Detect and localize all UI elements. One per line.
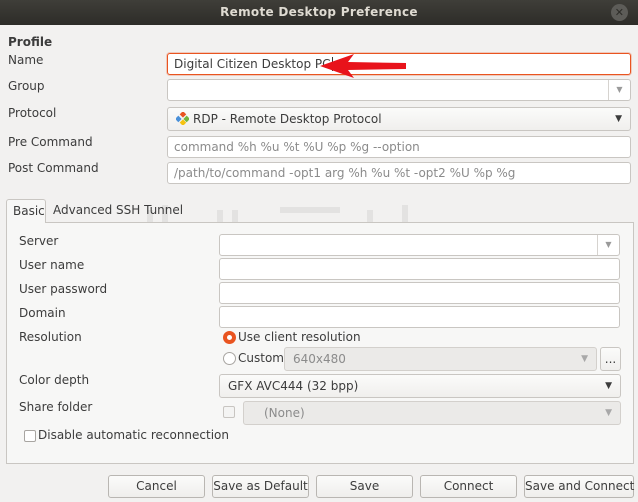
tab-advanced[interactable]: Advanced — [47, 199, 118, 223]
domain-label: Domain — [19, 306, 66, 320]
pre-command-placeholder: command %h %u %t %U %p %g --option — [174, 140, 420, 154]
domain-input[interactable] — [219, 306, 620, 328]
server-combo[interactable]: ▼ — [219, 234, 620, 256]
tab-basic[interactable]: Basic — [6, 199, 46, 223]
pre-command-label: Pre Command — [8, 135, 93, 149]
password-label: User password — [19, 282, 108, 296]
resolution-custom-select[interactable]: 640x480 ▼ — [284, 347, 597, 371]
save-and-connect-button[interactable]: Save and Connect — [524, 475, 634, 498]
chevron-down-icon[interactable]: ▼ — [608, 80, 630, 100]
post-command-label: Post Command — [8, 161, 99, 175]
chevron-down-icon: ▼ — [605, 408, 612, 418]
resolution-more-button[interactable]: ... — [600, 347, 621, 371]
color-depth-label: Color depth — [19, 373, 90, 387]
disable-reconnect-checkbox[interactable] — [24, 430, 36, 442]
name-field-value: Digital Citizen Desktop PC — [174, 57, 331, 71]
chevron-down-icon[interactable]: ▼ — [597, 235, 619, 255]
connect-button[interactable]: Connect — [420, 475, 517, 498]
group-combo[interactable]: ▼ — [167, 79, 631, 101]
protocol-value: RDP - Remote Desktop Protocol — [193, 112, 382, 126]
protocol-select[interactable]: RDP - Remote Desktop Protocol ▼ — [167, 107, 631, 131]
disable-reconnect-label[interactable]: Disable automatic reconnection — [38, 428, 229, 442]
server-label: Server — [19, 234, 59, 248]
close-icon[interactable]: ✕ — [611, 4, 628, 21]
chevron-down-icon: ▼ — [581, 354, 588, 364]
resolution-client-radio[interactable] — [223, 331, 236, 344]
save-button[interactable]: Save — [316, 475, 413, 498]
save-as-default-button[interactable]: Save as Default — [212, 475, 309, 498]
chevron-down-icon: ▼ — [605, 381, 612, 391]
pre-command-input[interactable]: command %h %u %t %U %p %g --option — [167, 136, 631, 158]
share-folder-checkbox[interactable] — [223, 406, 235, 418]
resolution-client-label[interactable]: Use client resolution — [238, 330, 361, 344]
resolution-label: Resolution — [19, 330, 82, 344]
username-label: User name — [19, 258, 85, 272]
password-input[interactable] — [219, 282, 620, 304]
name-label: Name — [8, 53, 44, 67]
group-label: Group — [8, 79, 45, 93]
resolution-more-label: ... — [604, 352, 617, 366]
tab-ssh-tunnel[interactable]: SSH Tunnel — [110, 199, 189, 223]
resolution-custom-label[interactable]: Custom — [238, 351, 284, 365]
resolution-custom-value: 640x480 — [293, 352, 346, 366]
color-depth-select[interactable]: GFX AVC444 (32 bpp) ▼ — [219, 374, 621, 398]
post-command-input[interactable]: /path/to/command -opt1 arg %h %u %t -opt… — [167, 162, 631, 184]
color-depth-value: GFX AVC444 (32 bpp) — [228, 379, 359, 393]
rdp-plugin-icon — [176, 112, 189, 125]
chevron-down-icon: ▼ — [615, 114, 622, 124]
window-title: Remote Desktop Preference — [220, 5, 418, 19]
window-titlebar: Remote Desktop Preference ✕ — [0, 0, 638, 25]
username-input[interactable] — [219, 258, 620, 280]
protocol-label: Protocol — [8, 106, 57, 120]
share-folder-label: Share folder — [19, 400, 93, 414]
share-folder-select[interactable]: (None) ▼ — [243, 401, 621, 425]
cancel-button[interactable]: Cancel — [108, 475, 205, 498]
post-command-placeholder: /path/to/command -opt1 arg %h %u %t -opt… — [174, 166, 516, 180]
resolution-custom-radio[interactable] — [223, 352, 236, 365]
profile-section-label: Profile — [8, 35, 53, 49]
annotation-arrow-icon — [320, 54, 406, 78]
share-folder-value: (None) — [264, 406, 305, 420]
